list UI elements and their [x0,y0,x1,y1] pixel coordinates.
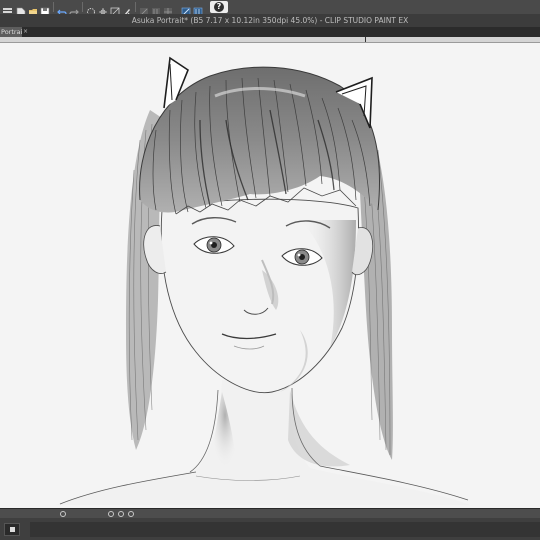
toolbar-separator [82,2,83,12]
ruler-marker [365,37,366,42]
toolbar-separator [53,2,54,12]
undo-icon[interactable] [57,2,67,15]
command-bar: ? [0,0,540,17]
document-tab-strip: Portrait* × [0,27,540,37]
transform-icon[interactable] [86,2,96,16]
grid-icon[interactable] [98,2,108,16]
window-title: Asuka Portrait* (B5 7.17 x 10.12in 350dp… [131,16,409,25]
snap-grid-icon[interactable] [163,2,173,16]
save-icon[interactable] [40,2,50,17]
toolbar-separator [135,2,136,12]
help-button[interactable]: ? [210,1,228,13]
toggle-icon-2[interactable] [193,2,203,17]
toggle-icon[interactable] [181,2,191,17]
layer-panel [0,518,540,540]
layer-list[interactable] [30,522,540,537]
tab-close-icon[interactable]: × [23,27,29,37]
layer-thumbnail-icon[interactable] [4,523,20,536]
ruler-icon[interactable] [110,2,120,17]
document-tab[interactable]: Portrait* [0,27,22,37]
snap-icon[interactable] [139,2,149,16]
pen-icon[interactable] [122,2,132,17]
zoom-icon[interactable] [108,511,114,517]
flip-icon[interactable] [128,511,134,517]
open-file-icon[interactable] [28,2,38,15]
snap-ruler-icon[interactable] [151,2,161,16]
redo-icon[interactable] [69,2,79,15]
navigator-icon[interactable] [60,511,66,517]
drawing-canvas[interactable] [0,43,540,508]
portrait-artwork [56,56,470,505]
help-icon: ? [214,2,224,12]
new-file-icon[interactable] [16,2,26,17]
menu-icon[interactable] [3,2,13,16]
title-bar: Asuka Portrait* (B5 7.17 x 10.12in 350dp… [0,14,540,27]
rotate-icon[interactable] [118,511,124,517]
